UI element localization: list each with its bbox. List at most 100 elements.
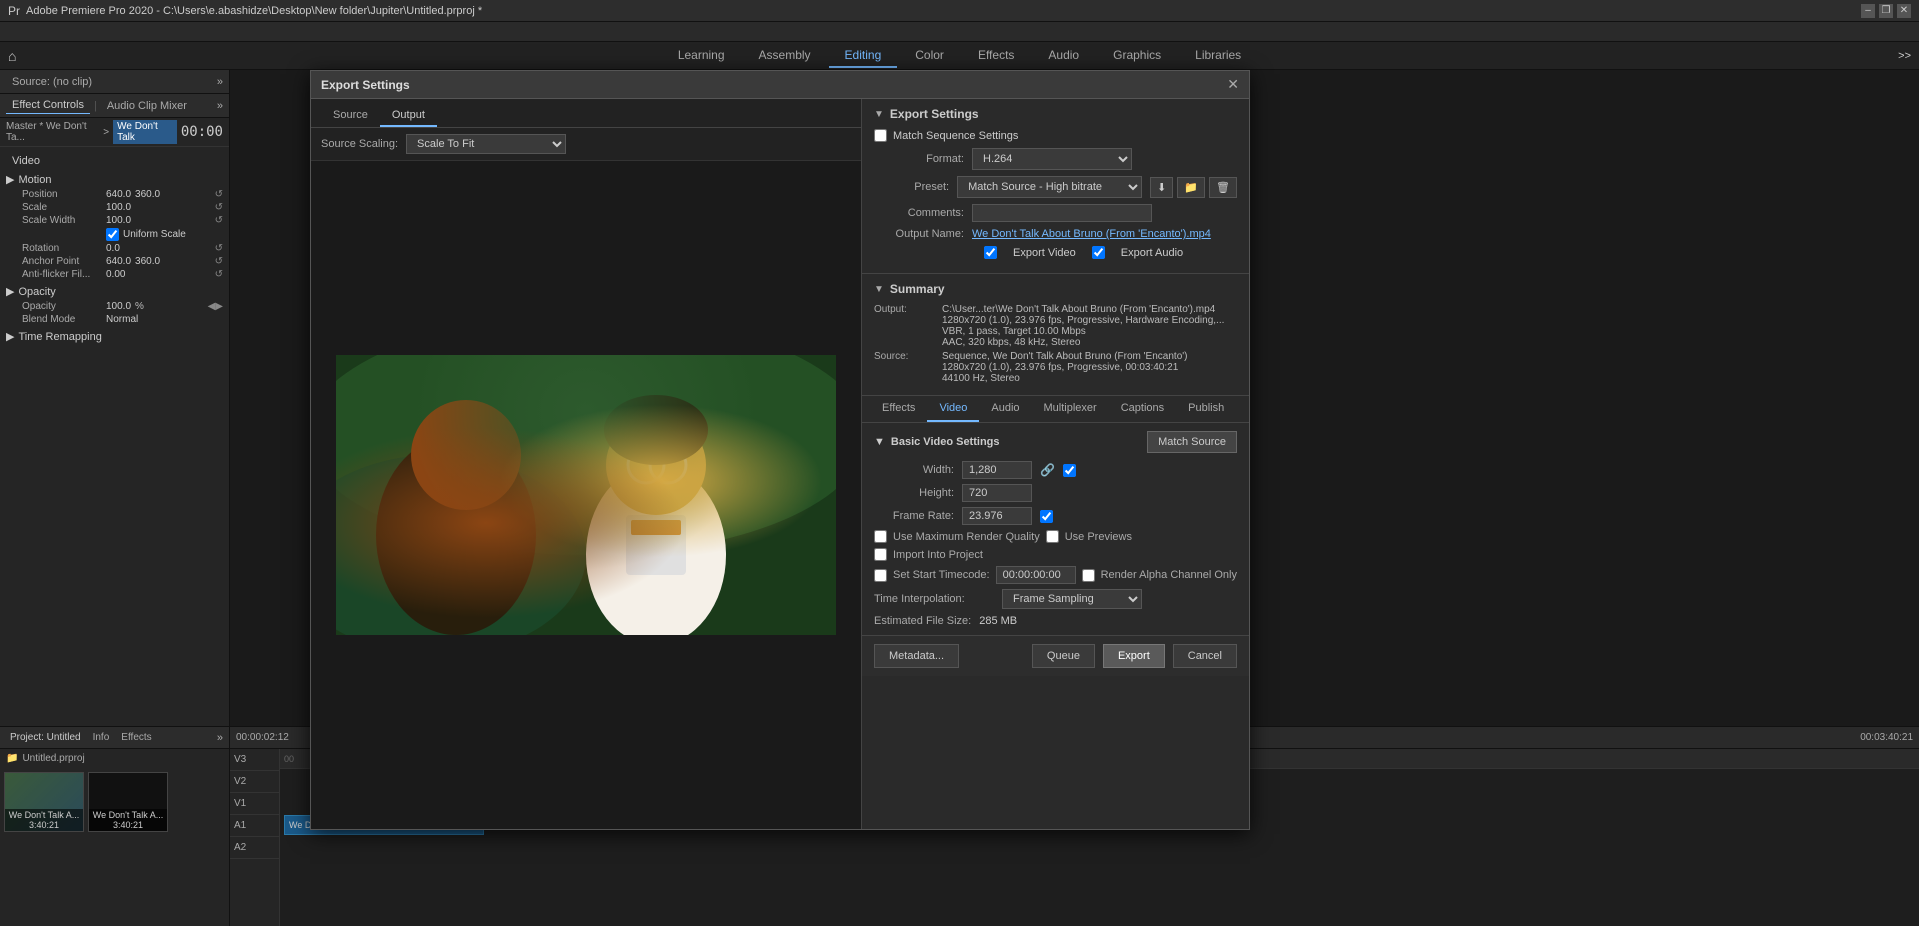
settings-collapse-icon[interactable]: ▼ [874, 109, 884, 120]
uniform-scale-checkbox[interactable] [106, 228, 119, 241]
rotation-reset-icon[interactable]: ↺ [215, 243, 223, 254]
tab-audio-clip-mixer[interactable]: Audio Clip Mixer [101, 98, 193, 114]
width-label: Width: [874, 464, 954, 476]
publish-tab[interactable]: Publish [1176, 396, 1236, 422]
height-input[interactable] [962, 484, 1032, 502]
rotation-value[interactable]: 0.0 [106, 243, 120, 254]
queue-button[interactable]: Queue [1032, 644, 1095, 668]
project-thumb-2[interactable]: We Don't Talk A... 3:40:21 [88, 772, 168, 832]
antiflicker-reset-icon[interactable]: ↺ [215, 269, 223, 280]
multiplexer-tab[interactable]: Multiplexer [1032, 396, 1109, 422]
manage-preset-button[interactable]: 📁 [1177, 177, 1205, 198]
project-thumb-1[interactable]: We Don't Talk A... 3:40:21 [4, 772, 84, 832]
timeline-timecode[interactable]: 00:00:02:12 [236, 732, 289, 743]
save-preset-button[interactable]: ⬇ [1150, 177, 1173, 198]
scale-label: Scale [22, 202, 102, 213]
opacity-value[interactable]: 100.0 [106, 301, 131, 312]
preset-buttons: ⬇ 📁 🗑 [1150, 177, 1237, 198]
video-tab[interactable]: Video [927, 396, 979, 422]
delete-preset-button[interactable]: 🗑 [1209, 177, 1237, 198]
set-start-timecode-checkbox[interactable] [874, 569, 887, 582]
link-dimensions-icon[interactable]: 🔗 [1040, 463, 1055, 477]
export-button[interactable]: Export [1103, 644, 1165, 668]
source-scaling-row: Source Scaling: Scale To Fit Scale To Fi… [311, 128, 861, 161]
cancel-button[interactable]: Cancel [1173, 644, 1237, 668]
tab-effect-controls[interactable]: Effect Controls [6, 97, 90, 114]
project-tab-effects[interactable]: Effects [117, 731, 155, 744]
rotation-row: Rotation 0.0 ↺ [6, 242, 223, 255]
summary-header: ▼ Summary [874, 282, 1237, 296]
position-y[interactable]: 360.0 [135, 189, 160, 200]
summary-source-value: Sequence, We Don't Talk About Bruno (Fro… [942, 351, 1237, 384]
home-icon[interactable]: ⌂ [8, 48, 16, 64]
tab-audio[interactable]: Audio [1032, 44, 1095, 68]
motion-header[interactable]: ▶ Motion [6, 171, 223, 188]
export-video-checkbox[interactable] [984, 246, 997, 259]
title-bar-controls[interactable]: – ❐ ✕ [1861, 4, 1911, 18]
project-tab-info[interactable]: Info [89, 731, 114, 744]
basic-video-collapse-icon[interactable]: ▼ [874, 436, 885, 448]
anchor-reset-icon[interactable]: ↺ [215, 256, 223, 267]
minimize-button[interactable]: – [1861, 4, 1875, 18]
output-name-link[interactable]: We Don't Talk About Bruno (From 'Encanto… [972, 228, 1211, 240]
width-checkbox[interactable] [1063, 464, 1076, 477]
tab-color[interactable]: Color [899, 44, 960, 68]
audio-tab[interactable]: Audio [979, 396, 1031, 422]
antiflicker-label: Anti-flicker Fil... [22, 269, 102, 280]
project-tab-main[interactable]: Project: Untitled [6, 731, 85, 744]
opacity-header[interactable]: ▶ Opacity [6, 283, 223, 300]
more-tabs-icon[interactable]: >> [1898, 50, 1911, 62]
position-x[interactable]: 640.0 [106, 189, 131, 200]
tab-libraries[interactable]: Libraries [1179, 44, 1257, 68]
metadata-button[interactable]: Metadata... [874, 644, 959, 668]
scale-width-row: Scale Width 100.0 ↺ [6, 214, 223, 227]
time-remapping-header[interactable]: ▶ Time Remapping [6, 328, 223, 345]
opacity-keyframe-icon[interactable]: ◀▶ [208, 301, 223, 312]
time-interpolation-select[interactable]: Frame Sampling Frame Blending Optical Fl… [1002, 589, 1142, 609]
scale-value[interactable]: 100.0 [106, 202, 131, 213]
tab-graphics[interactable]: Graphics [1097, 44, 1177, 68]
use-previews-checkbox[interactable] [1046, 530, 1059, 543]
scale-width-reset-icon[interactable]: ↺ [215, 215, 223, 226]
tab-editing[interactable]: Editing [829, 44, 898, 68]
preset-select[interactable]: Match Source - High bitrate Match Source… [957, 176, 1142, 198]
anchor-x[interactable]: 640.0 [106, 256, 131, 267]
anchor-y[interactable]: 360.0 [135, 256, 160, 267]
tab-effects[interactable]: Effects [962, 44, 1030, 68]
summary-collapse-icon[interactable]: ▼ [874, 284, 884, 295]
scale-reset-icon[interactable]: ↺ [215, 202, 223, 213]
export-audio-checkbox[interactable] [1092, 246, 1105, 259]
import-into-project-checkbox[interactable] [874, 548, 887, 561]
frame-rate-label: Frame Rate: [874, 510, 954, 522]
frame-rate-checkbox[interactable] [1040, 510, 1053, 523]
comments-input[interactable] [972, 204, 1152, 222]
format-select[interactable]: H.264 H.265 MPEG4 QuickTime AVI [972, 148, 1132, 170]
width-input[interactable] [962, 461, 1032, 479]
source-tab[interactable]: Source [321, 105, 380, 127]
blend-mode-value[interactable]: Normal [106, 314, 138, 325]
master-label: Master * We Don't Ta... [6, 121, 99, 143]
clip-name-badge[interactable]: We Don't Talk [113, 120, 177, 144]
tab-assembly[interactable]: Assembly [743, 44, 827, 68]
use-max-render-label: Use Maximum Render Quality [893, 531, 1040, 543]
antiflicker-value[interactable]: 0.00 [106, 269, 125, 280]
estimated-size-label: Estimated File Size: [874, 615, 971, 627]
effects-tab[interactable]: Effects [870, 396, 927, 422]
position-reset-icon[interactable]: ↺ [215, 189, 223, 200]
start-timecode-input[interactable] [996, 566, 1076, 584]
frame-rate-input[interactable] [962, 507, 1032, 525]
match-sequence-checkbox[interactable] [874, 129, 887, 142]
export-settings-header: ▼ Export Settings [874, 107, 1237, 121]
close-button[interactable]: ✕ [1897, 4, 1911, 18]
source-scaling-select[interactable]: Scale To Fit Scale To Fill Stretch To Fi… [406, 134, 566, 154]
tab-learning[interactable]: Learning [662, 44, 741, 68]
scale-width-value[interactable]: 100.0 [106, 215, 131, 226]
restore-button[interactable]: ❐ [1879, 4, 1893, 18]
output-tab[interactable]: Output [380, 105, 437, 127]
match-source-button[interactable]: Match Source [1147, 431, 1237, 453]
render-alpha-checkbox[interactable] [1082, 569, 1095, 582]
tab-source[interactable]: Source: (no clip) [6, 74, 98, 90]
use-max-render-checkbox[interactable] [874, 530, 887, 543]
captions-tab[interactable]: Captions [1109, 396, 1176, 422]
dialog-close-button[interactable]: ✕ [1227, 76, 1239, 93]
